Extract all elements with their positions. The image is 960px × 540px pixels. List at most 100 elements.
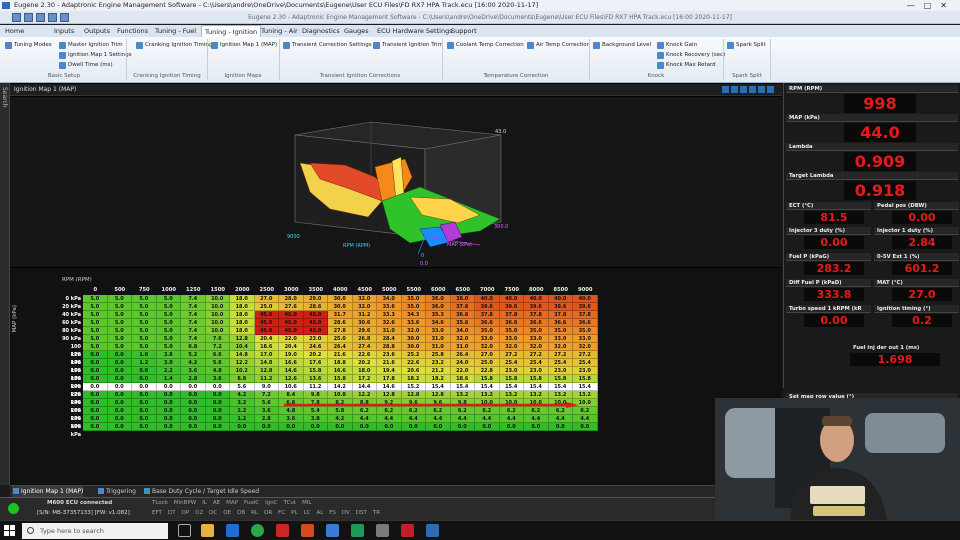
table-cell[interactable]: 26.4	[328, 343, 353, 351]
table-cell[interactable]: 27.2	[573, 351, 598, 359]
table-cell[interactable]: 34.6	[426, 319, 451, 327]
table-cell[interactable]: 25.4	[573, 359, 598, 367]
table-cell[interactable]: 20.6	[401, 367, 426, 375]
spark-split-button[interactable]: Spark Split	[726, 41, 766, 50]
tab-inputs[interactable]: Inputs	[51, 25, 77, 37]
table-cell[interactable]: 30.0	[401, 335, 426, 343]
table-cell[interactable]: 5.0	[132, 327, 157, 335]
table-cell[interactable]: 0.0	[132, 423, 157, 431]
table-cell[interactable]: 5.8	[328, 407, 353, 415]
table-cell[interactable]: 29.6	[352, 327, 377, 335]
table-cell[interactable]: 45.0	[303, 327, 328, 335]
table-cell[interactable]: 18.6	[254, 343, 279, 351]
table-cell[interactable]: 18.2	[426, 375, 451, 383]
table-cell[interactable]: 5.6	[205, 359, 230, 367]
table-cell[interactable]: 18.8	[328, 359, 353, 367]
table-cell[interactable]: 0.0	[573, 423, 598, 431]
table-cell[interactable]: 5.0	[83, 295, 108, 303]
tab-home[interactable]: Home	[2, 25, 27, 37]
table-cell[interactable]: 33.6	[377, 303, 402, 311]
table-cell[interactable]: 45.0	[254, 311, 279, 319]
table-cell[interactable]: 35.0	[573, 327, 598, 335]
master-ignition-trim-button[interactable]: Master Ignition Trim	[58, 41, 123, 50]
table-cell[interactable]: 37.6	[450, 303, 475, 311]
table-cell[interactable]: 15.4	[573, 383, 598, 391]
open-icon[interactable]	[48, 13, 57, 22]
table-cell[interactable]: 27.6	[279, 303, 304, 311]
table-cell[interactable]: 18.0	[230, 303, 255, 311]
table-cell[interactable]: 0.0	[83, 375, 108, 383]
table-cell[interactable]: 0.0	[205, 391, 230, 399]
table-cell[interactable]: 4.4	[352, 415, 377, 423]
table-cell[interactable]: 10.0	[205, 303, 230, 311]
table-cell[interactable]: 6.2	[475, 407, 500, 415]
table-cell[interactable]: 5.0	[156, 343, 181, 351]
table-cell[interactable]: 25.4	[548, 359, 573, 367]
next-icon[interactable]	[731, 86, 738, 93]
table-cell[interactable]: 8.4	[279, 391, 304, 399]
table-cell[interactable]: 37.8	[573, 311, 598, 319]
table-cell[interactable]: 36.6	[475, 319, 500, 327]
prev-icon[interactable]	[722, 86, 729, 93]
table-cell[interactable]: 15.4	[475, 383, 500, 391]
table-cell[interactable]: 32.0	[524, 343, 549, 351]
table-cell[interactable]: 28.0	[279, 295, 304, 303]
table-cell[interactable]: 15.2	[401, 383, 426, 391]
table-cell[interactable]: 37.8	[548, 311, 573, 319]
table-cell[interactable]: 19.0	[279, 351, 304, 359]
table-cell[interactable]: 12.8	[254, 367, 279, 375]
table-cell[interactable]: 40.0	[548, 295, 573, 303]
tab-tuning-fuel[interactable]: Tuning - Fuel	[152, 25, 199, 37]
table-cell[interactable]: 7.2	[205, 343, 230, 351]
table-cell[interactable]: 15.8	[524, 375, 549, 383]
task-view-icon[interactable]	[178, 524, 191, 537]
table-cell[interactable]: 23.0	[303, 335, 328, 343]
coolant-temp-correction-button[interactable]: Coolant Temp Correction	[446, 41, 524, 50]
table-cell[interactable]: 28.8	[377, 343, 402, 351]
table-cell[interactable]: 12.2	[230, 359, 255, 367]
table-cell[interactable]: 12.8	[401, 391, 426, 399]
table-cell[interactable]: 6.2	[573, 407, 598, 415]
table-cell[interactable]: 10.0	[205, 295, 230, 303]
table-cell[interactable]: 31.0	[377, 327, 402, 335]
table-cell[interactable]: 2.8	[181, 375, 206, 383]
table-cell[interactable]: 28.6	[328, 319, 353, 327]
table-cell[interactable]: 33.0	[548, 335, 573, 343]
table-cell[interactable]: 0.0	[181, 391, 206, 399]
table-cell[interactable]: 0.0	[132, 415, 157, 423]
table-cell[interactable]: 45.0	[303, 311, 328, 319]
table-cell[interactable]: 5.0	[132, 335, 157, 343]
table-cell[interactable]: 0.0	[205, 399, 230, 407]
table-cell[interactable]: 7.4	[181, 319, 206, 327]
table-cell[interactable]: 23.2	[426, 359, 451, 367]
table-cell[interactable]: 5.0	[107, 295, 132, 303]
table-cell[interactable]: 5.0	[107, 343, 132, 351]
table-cell[interactable]: 38.0	[450, 295, 475, 303]
table-cell[interactable]: 0.0	[83, 407, 108, 415]
table-cell[interactable]: 0.0	[524, 423, 549, 431]
search-sidebar[interactable]: Search	[0, 83, 10, 485]
table-cell[interactable]: 45.0	[279, 327, 304, 335]
table-cell[interactable]: 5.0	[132, 343, 157, 351]
table-cell[interactable]: 10.0	[205, 311, 230, 319]
table-cell[interactable]: 20.4	[254, 335, 279, 343]
table-cell[interactable]: 32.0	[352, 295, 377, 303]
table-cell[interactable]: 32.0	[573, 343, 598, 351]
table-cell[interactable]: 18.0	[352, 367, 377, 375]
table-cell[interactable]: 17.8	[377, 375, 402, 383]
table-cell[interactable]: 36.6	[573, 319, 598, 327]
table-cell[interactable]: 16.6	[328, 367, 353, 375]
table-cell[interactable]: 34.0	[377, 295, 402, 303]
table-cell[interactable]: 39.6	[573, 303, 598, 311]
table-cell[interactable]: 0.0	[181, 423, 206, 431]
paste-icon[interactable]	[749, 86, 756, 93]
table-cell[interactable]: 34.3	[401, 311, 426, 319]
table-cell[interactable]: 13.2	[499, 391, 524, 399]
table-cell[interactable]: 4.8	[279, 407, 304, 415]
table-cell[interactable]: 12.6	[279, 375, 304, 383]
table-cell[interactable]: 0.0	[83, 359, 108, 367]
table-cell[interactable]: 0.0	[107, 351, 132, 359]
table-cell[interactable]: 0.0	[107, 383, 132, 391]
table-cell[interactable]: 0.0	[107, 391, 132, 399]
table-cell[interactable]: 7.4	[181, 327, 206, 335]
